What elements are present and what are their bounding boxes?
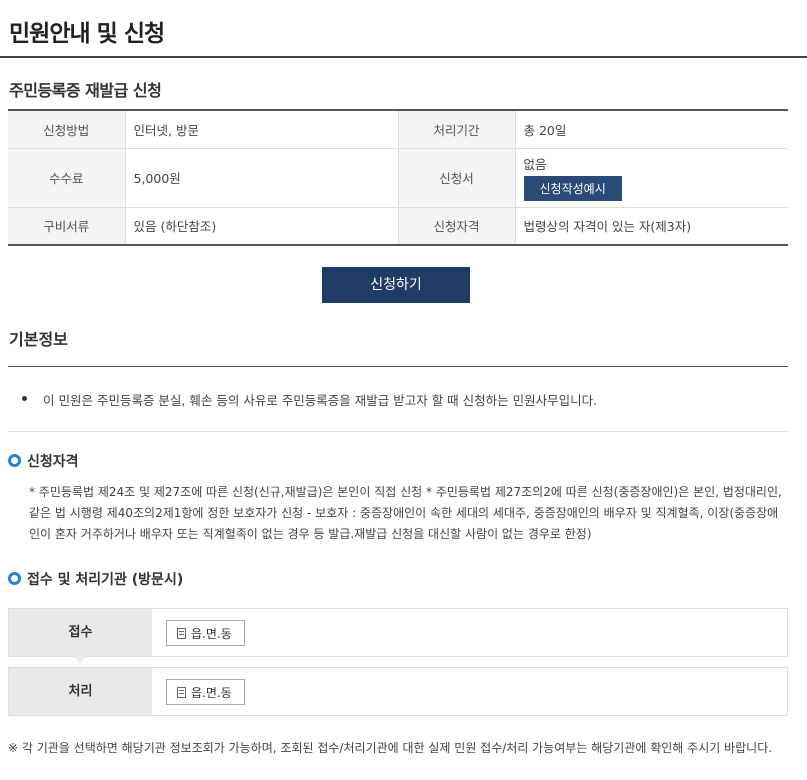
agency-note: ※ 각 기관을 선택하면 해당기관 정보조회가 가능하며, 조회된 접수/처리기… <box>8 741 773 755</box>
form-cell: 없음 신청작성예시 <box>515 148 788 208</box>
process-agency-label: 읍.면.동 <box>191 685 232 700</box>
row-value: 총 20일 <box>515 110 788 149</box>
row-label: 처리기간 <box>398 110 516 149</box>
service-info-table: 신청방법 인터넷, 방문 처리기간 총 20일 수수료 5,000원 신청서 없… <box>8 109 788 246</box>
receive-label: 접수 <box>9 609 152 656</box>
circle-icon <box>8 454 21 467</box>
row-value: 있음 (하단참조) <box>125 207 399 245</box>
apply-button[interactable]: 신청하기 <box>322 267 470 303</box>
process-label: 처리 <box>9 668 152 715</box>
row-label: 신청방법 <box>8 110 126 149</box>
form-example-button[interactable]: 신청작성예시 <box>523 176 622 201</box>
table-row: 수수료 5,000원 신청서 없음 신청작성예시 <box>8 148 788 208</box>
building-icon <box>177 627 186 639</box>
building-icon <box>177 686 186 698</box>
row-label: 구비서류 <box>8 207 126 245</box>
row-value: 법령상의 자격이 있는 자(제3자) <box>523 219 692 235</box>
divider <box>8 431 788 432</box>
qualification-text: * 주민등록법 제24조 및 제27조에 따른 신청(신규,재발급)은 본인이 … <box>29 485 782 541</box>
flow-arrow-icon <box>73 656 87 663</box>
receive-agency-row: 접수 읍.면.동 <box>8 608 788 657</box>
qualification-title: 신청자격 <box>27 454 79 470</box>
service-title: 주민등록증 재발급 신청 <box>9 81 162 100</box>
agency-title: 접수 및 처리기관 (방문시) <box>27 572 184 588</box>
row-value: 5,000원 <box>125 148 399 208</box>
basic-info-text: 이 민원은 주민등록증 분실, 훼손 등의 사유로 주민등록증을 재발급 받고자… <box>43 393 598 408</box>
row-label: 수수료 <box>8 148 126 208</box>
table-row: 구비서류 있음 (하단참조) 신청자격 법령상의 자격이 있는 자(제3자) <box>8 207 788 245</box>
row-value: 없음 <box>523 157 547 172</box>
row-label: 신청자격 <box>398 207 516 245</box>
process-agency-row: 처리 읍.면.동 <box>8 667 788 716</box>
page-title: 민원안내 및 신청 <box>9 21 165 47</box>
row-label: 신청서 <box>398 148 516 208</box>
process-agency-button[interactable]: 읍.면.동 <box>166 679 245 705</box>
title-divider <box>0 56 807 58</box>
section-divider <box>8 366 788 367</box>
row-value: 인터넷, 방문 <box>125 110 399 149</box>
basic-info-title: 기본정보 <box>9 330 68 349</box>
table-row: 신청방법 인터넷, 방문 처리기간 총 20일 <box>8 110 788 149</box>
bullet-dot <box>22 396 27 401</box>
receive-agency-button[interactable]: 읍.면.동 <box>166 620 245 646</box>
circle-icon <box>8 572 21 585</box>
receive-agency-label: 읍.면.동 <box>191 626 232 641</box>
